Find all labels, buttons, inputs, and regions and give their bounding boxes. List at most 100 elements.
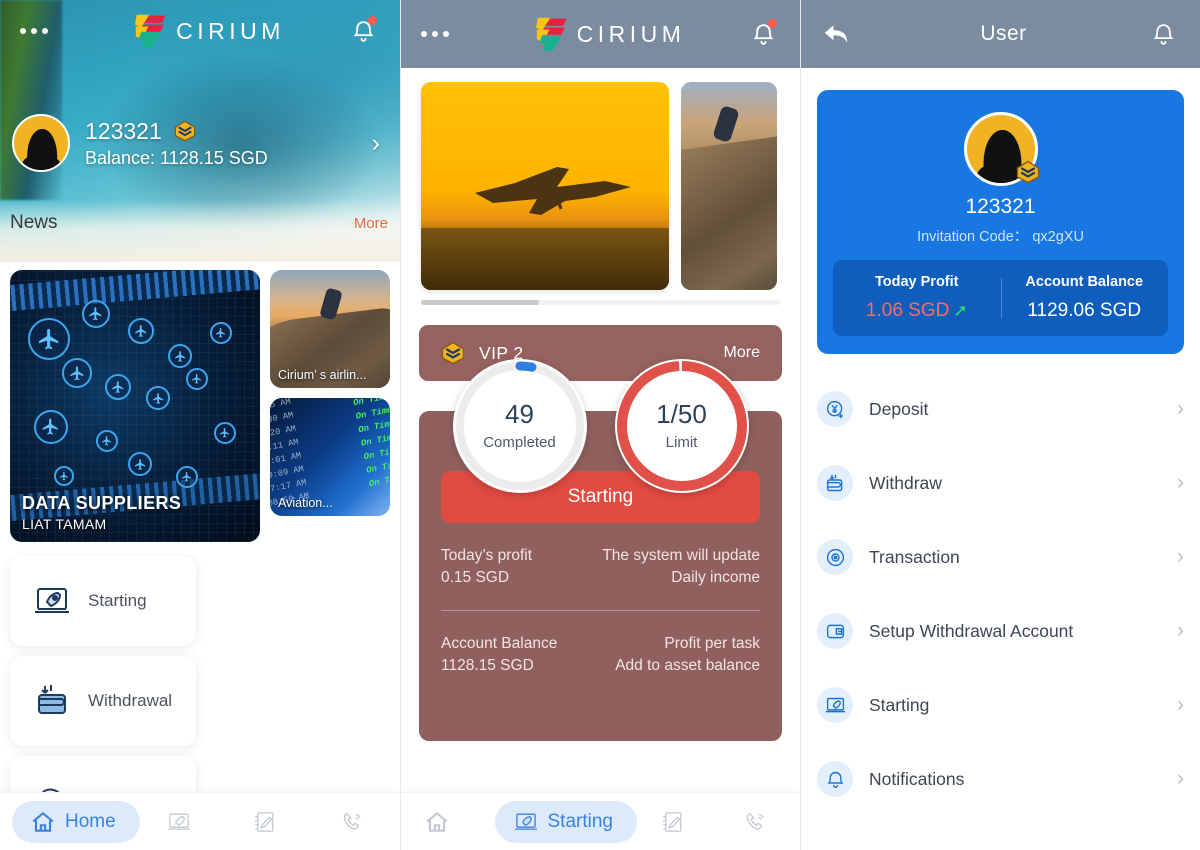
menu-item-starting[interactable]: Starting › [817,668,1184,742]
task-stats-row-1: Today’s profit 0.15 SGD The system will … [441,545,760,590]
menu-label: Deposit [869,398,929,419]
action-card-withdrawal[interactable]: Withdrawal [10,656,196,746]
news-thumb-card[interactable]: Cirium’ s airlin... [270,270,390,388]
stat-today-profit: Today Profit 1.06 SGD ➚ [833,274,1001,322]
nav-item-support[interactable] [718,809,800,835]
news-thumb-column: Cirium’ s airlin... 05:45 AMOn Time 06:3… [270,270,390,542]
starting-topbar: CIRIUM [401,0,800,68]
stat-value: 1129.06 SGD [1027,300,1142,321]
action-label: Starting [88,591,147,610]
stat-today-profit: Today’s profit 0.15 SGD [441,545,532,590]
news-thumb-card[interactable]: 05:45 AMOn Time 06:30 AMOn Time 06:20 AM… [270,398,390,516]
bell-icon[interactable] [346,14,380,48]
menu-item-transaction[interactable]: Transaction › [817,520,1184,594]
menu-label: Withdraw [869,472,942,493]
menu-item-withdraw[interactable]: Withdraw › [817,446,1184,520]
action-card-starting[interactable]: Starting [10,556,196,646]
menu-item-notifications[interactable]: Notifications › [817,742,1184,816]
phone-ring-icon [746,812,764,830]
notification-dot [368,16,377,25]
bell-icon[interactable] [1146,17,1180,51]
notification-dot [768,19,777,28]
progress-ring-completed [455,361,584,491]
chevron-right-icon: › [1177,545,1184,568]
menu-label: Notifications [869,768,965,789]
news-featured-card[interactable]: DATA SUPPLIERS LIAT TAMAM [10,270,260,542]
nav-item-starting[interactable] [140,809,227,835]
three-screen-composite: CIRIUM 123321 Balance: 1128.15 SGD › New… [0,0,1200,850]
rocket-laptop-icon [32,581,72,621]
promo-carousel[interactable] [401,68,800,290]
home-topbar: CIRIUM [0,0,400,62]
notebook-pen-icon [663,811,682,832]
panel-starting: CIRIUM VIP 2 More 49 Completed 1/50 Limi… [400,0,800,850]
stat-label: Account Balance [441,634,558,652]
stats-divider [441,609,760,611]
airplane-silhouette [475,167,631,216]
target-circle-icon [817,539,853,575]
cirium-logo-icon [535,17,567,52]
notebook-pen-icon [255,811,274,832]
profile-username: 123321 [965,195,1036,218]
user-text-block: 123321 Balance: 1128.15 SGD [85,118,268,169]
panel-user: User 123321 Invitation Code： qx2gXU Toda… [800,0,1200,850]
promo-slide-airplane[interactable] [421,82,669,290]
menu-item-setup-withdrawal-account[interactable]: Setup Withdrawal Account › [817,594,1184,668]
bell-icon[interactable] [746,17,780,51]
username: 123321 [85,117,162,144]
back-arrow-icon[interactable] [821,19,861,49]
nav-item-home[interactable] [401,809,483,835]
nav-item-orders[interactable] [637,809,719,835]
ring-completed: 49 Completed [452,359,587,493]
stat-account-balance: Account Balance 1129.06 SGD [1000,274,1169,322]
stat-label: Profit per task [664,634,760,652]
stat-system-update: The system will update Daily income [602,545,760,590]
nav-label-starting: Starting [547,810,613,832]
ellipsis-icon[interactable] [20,28,72,34]
ring-limit: 1/50 Limit [614,359,749,493]
wallet-withdraw-icon [817,465,853,501]
up-arrow-icon: ➚ [953,301,968,320]
invitation-code: Invitation Code： qx2gXU [917,229,1084,245]
nav-label-home: Home [65,810,116,832]
stat-label: Today’s profit [441,547,533,564]
news-featured-subtitle: LIAT TAMAM [22,516,107,532]
stat-value: 1.06 SGD [865,300,950,321]
stat-value: Add to asset balance [615,657,760,675]
chevron-right-icon: › [1177,693,1184,716]
stat-label: The system will update [602,547,760,564]
page-title: User [980,22,1027,45]
menu-label: Transaction [869,546,960,567]
bottom-nav: Home [0,792,400,850]
profile-stats: Today Profit 1.06 SGD ➚ Account Balance 1… [833,260,1168,336]
news-featured-caption: DATA SUPPLIERS LIAT TAMAM [22,493,181,532]
promo-slide-climber[interactable] [681,82,777,290]
ellipsis-icon[interactable] [421,31,473,37]
chevron-right-icon[interactable]: › [372,130,388,156]
news-more-link[interactable]: More [354,215,388,232]
nav-item-starting[interactable]: Starting [494,800,637,843]
avatar-wrap [963,112,1039,186]
rocket-laptop-icon [514,813,537,830]
stat-label: Today Profit [874,274,959,290]
nav-item-orders[interactable] [226,809,313,835]
menu-item-deposit[interactable]: Deposit › [817,372,1184,446]
nav-item-support[interactable] [313,809,400,835]
hero-banner: CIRIUM 123321 Balance: 1128.15 SGD › New… [0,0,400,262]
user-summary-row[interactable]: 123321 Balance: 1128.15 SGD › [12,114,388,172]
news-featured-title: DATA SUPPLIERS [22,493,182,513]
phone-ring-icon [343,812,361,830]
nav-item-home[interactable]: Home [12,800,140,843]
progress-rings: 49 Completed 1/50 Limit [419,359,782,493]
news-title: News [10,212,58,233]
vip-chevron-badge-icon [174,120,196,142]
stat-value: Daily income [671,569,760,587]
carousel-scrollbar[interactable] [421,300,780,305]
stat-value: 1128.15 SGD [441,657,534,675]
bottom-nav: Starting [401,792,800,850]
card-account-icon [817,613,853,649]
home-icon [32,811,54,832]
stat-profit-per-task: Profit per task Add to asset balance [615,633,760,678]
chevron-right-icon: › [1177,397,1184,420]
vip-chevron-badge-icon [1016,160,1039,184]
